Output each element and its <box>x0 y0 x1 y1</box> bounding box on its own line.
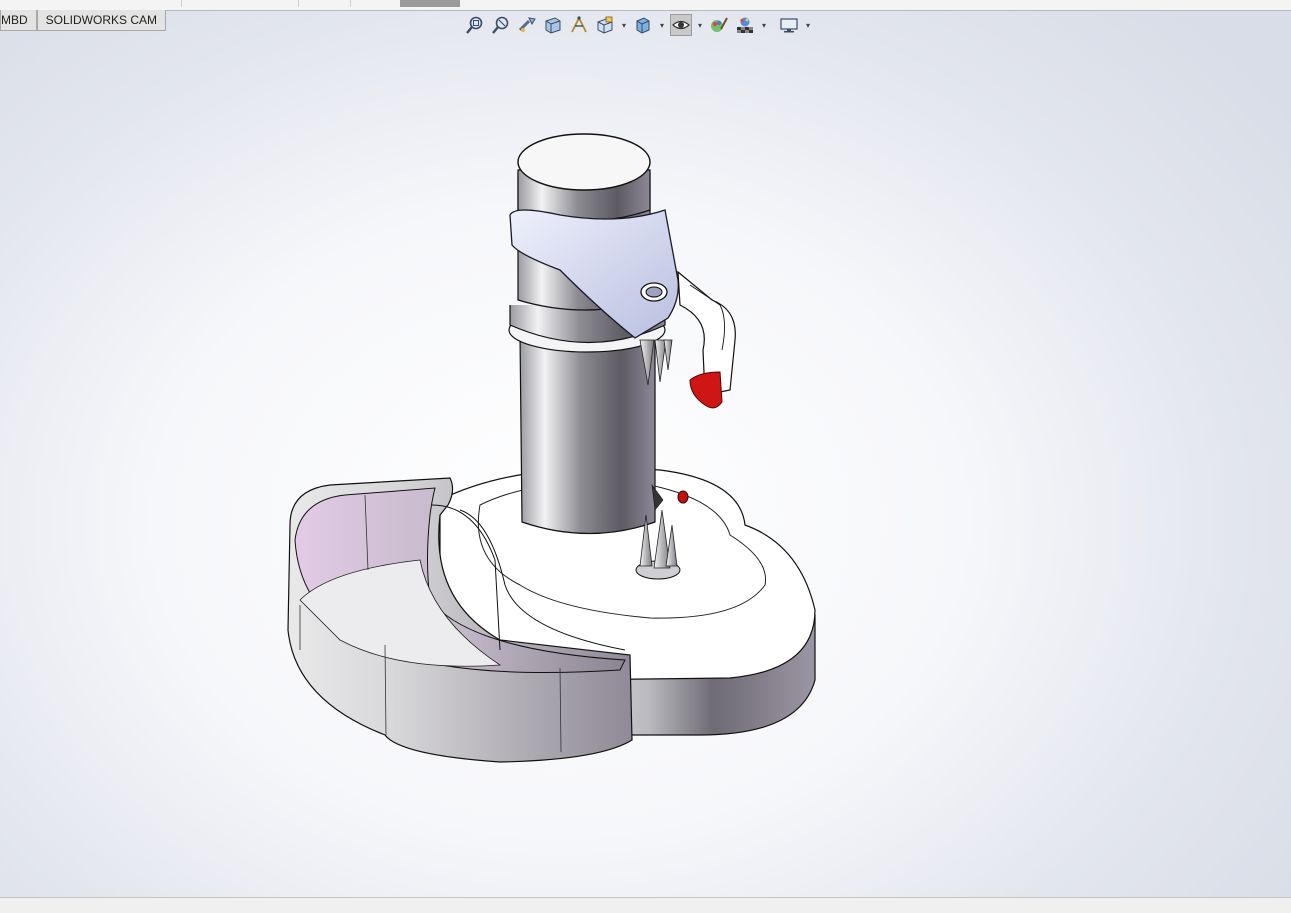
3d-model[interactable] <box>270 120 830 780</box>
display-style-icon[interactable] <box>632 14 654 36</box>
zoom-to-fit-icon[interactable] <box>464 14 486 36</box>
graphics-area[interactable]: MBD SOLIDWORKS CAM ▾ ▾ ▾ ▾ ▾ <box>0 0 1291 913</box>
strip-divider <box>349 0 351 7</box>
strip-divider <box>180 0 182 7</box>
tab-mbd[interactable]: MBD <box>0 10 37 31</box>
status-bar <box>0 897 1291 913</box>
section-view-icon[interactable] <box>542 14 564 36</box>
command-manager-tabs: MBD SOLIDWORKS CAM <box>0 10 167 31</box>
apply-scene-icon[interactable] <box>734 14 756 36</box>
view-orientation-icon[interactable] <box>594 14 616 36</box>
document-tab-strip <box>0 0 1291 11</box>
view-orientation-dropdown-icon[interactable]: ▾ <box>620 21 628 30</box>
previous-view-icon[interactable] <box>516 14 538 36</box>
view-settings-icon[interactable] <box>778 14 800 36</box>
dynamic-annotation-icon[interactable] <box>568 14 590 36</box>
strip-divider <box>297 0 299 7</box>
view-settings-dropdown-icon[interactable]: ▾ <box>804 21 812 30</box>
power-button[interactable] <box>677 490 689 504</box>
tab-solidworks-cam[interactable]: SOLIDWORKS CAM <box>36 10 167 31</box>
zoom-to-area-icon[interactable] <box>490 14 512 36</box>
hide-show-dropdown-icon[interactable]: ▾ <box>696 21 704 30</box>
heads-up-view-toolbar: ▾ ▾ ▾ ▾ ▾ <box>464 12 812 38</box>
display-style-dropdown-icon[interactable]: ▾ <box>658 21 666 30</box>
apply-scene-dropdown-icon[interactable]: ▾ <box>760 21 768 30</box>
column-lower[interactable] <box>508 305 666 535</box>
active-strip-tab[interactable] <box>400 0 460 7</box>
edit-appearance-icon[interactable] <box>708 14 730 36</box>
hide-show-items-icon[interactable] <box>670 14 692 36</box>
